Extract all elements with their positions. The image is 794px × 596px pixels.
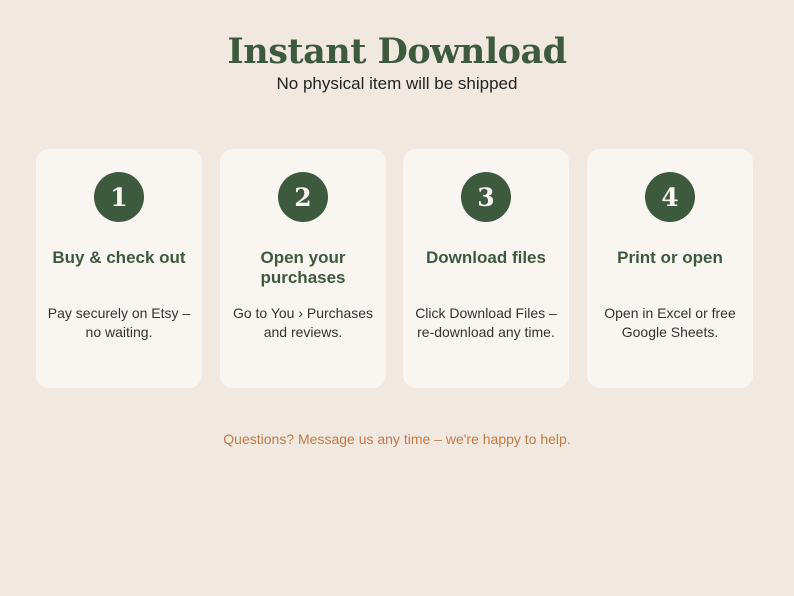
step-card-4: 4 Print or open Open in Excel or free Go… xyxy=(587,149,753,388)
step-title: Buy & check out xyxy=(52,248,186,267)
page: Instant Download No physical item will b… xyxy=(0,0,794,596)
step-description: Open in Excel or free Google Sheets. xyxy=(604,305,736,340)
step-title: Download files xyxy=(426,248,546,267)
page-subtitle: No physical item will be shipped xyxy=(276,74,518,93)
step-number-badge: 3 xyxy=(461,172,511,222)
step-description: Pay securely on Etsy – no waiting. xyxy=(47,305,191,340)
steps-container: 1 Buy & check out Pay securely on Etsy –… xyxy=(36,149,754,388)
step-number-badge: 2 xyxy=(278,172,328,222)
step-title: Open your purchases xyxy=(260,248,346,287)
step-title: Print or open xyxy=(617,248,723,267)
footer-note: Questions? Message us any time – we're h… xyxy=(223,431,571,447)
step-description: Click Download Files – re-download any t… xyxy=(415,305,557,340)
step-card-3: 3 Download files Click Download Files – … xyxy=(403,149,569,388)
step-card-2: 2 Open your purchases Go to You › Purcha… xyxy=(220,149,386,388)
page-title: Instant Download xyxy=(227,31,567,72)
step-number-badge: 1 xyxy=(94,172,144,222)
step-description: Go to You › Purchases and reviews. xyxy=(232,305,374,340)
step-number-badge: 4 xyxy=(645,172,695,222)
step-card-1: 1 Buy & check out Pay securely on Etsy –… xyxy=(36,149,202,388)
